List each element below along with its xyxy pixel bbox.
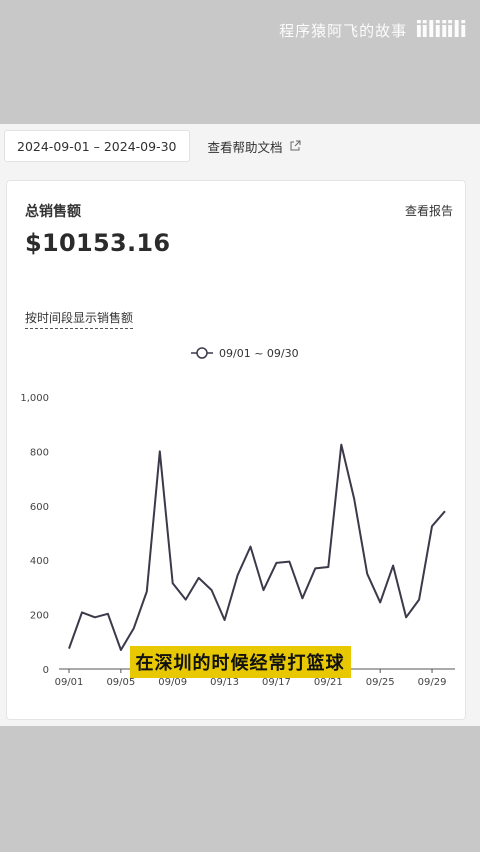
sales-line-chart: 09/01 ~ 09/3002004006008001,00009/01 09/0… bbox=[20, 347, 455, 688]
x-tick-label: 09/17 bbox=[262, 677, 291, 688]
x-tick-label: 09/13 bbox=[210, 677, 239, 688]
help-docs-label: 查看帮助文档 bbox=[207, 139, 283, 155]
video-caption: 在深圳的时候经常打篮球 bbox=[0, 646, 480, 678]
sales-panel: 2024-09-01 – 2024-09-30 查看帮助文档 总销售额 查看报告… bbox=[0, 124, 480, 726]
x-tick-label: 09/05 bbox=[106, 677, 135, 688]
y-tick-label: 1,000 bbox=[20, 393, 49, 404]
date-range-picker[interactable]: 2024-09-01 – 2024-09-30 bbox=[4, 130, 190, 162]
toolbar: 2024-09-01 – 2024-09-30 查看帮助文档 bbox=[4, 130, 476, 162]
legend-label: 09/01 ~ 09/30 bbox=[219, 347, 299, 360]
watermark: 程序猿阿飞的故事 ⅱliⅱli bbox=[279, 18, 467, 43]
series-line bbox=[68, 443, 446, 651]
y-tick-label: 600 bbox=[30, 502, 49, 513]
x-tick-label: 09/29 bbox=[418, 677, 447, 688]
x-tick-label: 09/01 bbox=[55, 677, 84, 688]
total-sales-card: 总销售额 查看报告 $10153.16 按时间段显示销售额 09/01 ~ 09… bbox=[6, 180, 466, 720]
external-link-icon bbox=[290, 140, 301, 151]
y-tick-label: 400 bbox=[30, 556, 49, 567]
y-tick-label: 200 bbox=[30, 611, 49, 622]
y-tick-label: 800 bbox=[30, 447, 49, 458]
date-range-value: 2024-09-01 – 2024-09-30 bbox=[17, 138, 177, 154]
x-tick-label: 09/25 bbox=[366, 677, 395, 688]
x-tick-label: 09/09 bbox=[158, 677, 187, 688]
video-caption-text: 在深圳的时候经常打篮球 bbox=[129, 646, 351, 678]
bilibili-logo: ⅱliⅱli bbox=[415, 18, 467, 43]
x-tick-label: 09/21 bbox=[314, 677, 343, 688]
legend-marker bbox=[196, 347, 208, 359]
watermark-channel: 程序猿阿飞的故事 bbox=[279, 22, 408, 40]
help-docs-link[interactable]: 查看帮助文档 bbox=[208, 137, 301, 156]
